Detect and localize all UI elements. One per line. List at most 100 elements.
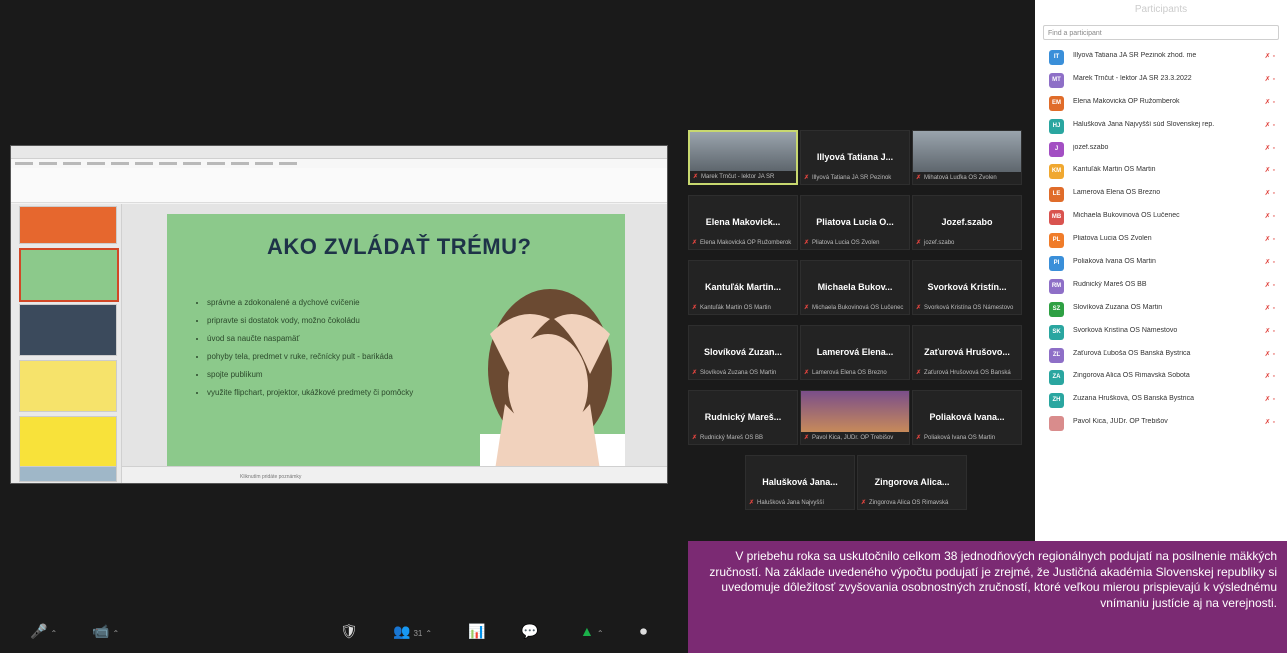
participant-row[interactable]: MT Marek Trnčut - lektor JA SR 23.3.2022 ✗… [1035,69,1287,92]
video-tile[interactable]: Zingorova Alica... ✗ Zingorova Alica OS Ri… [857,455,967,510]
video-tile[interactable]: Halušková Jana... ✗ Halušková Jana Najvyšš… [745,455,855,510]
video-tile[interactable]: Michaela Bukov... ✗ Michaela Bukovinová OS… [800,260,910,315]
video-tile[interactable]: Svorková Kristín... ✗ Svorková Kristína OS… [912,260,1022,315]
shared-screen-powerpoint[interactable]: AKO ZVLÁDAŤ TRÉMU? správne a zdokonalené… [10,145,668,484]
video-tile[interactable]: ✗ Mihatová Luďka OS Zvolen [912,130,1022,185]
tile-name-label: ✗ Poliaková Ivana OS Martin [916,434,1018,441]
participant-row[interactable]: LE Lamerová Elena OS Brezno ✗▫ [1035,183,1287,206]
notes-placeholder[interactable]: Kliknutím pridáte poznámky [240,474,301,480]
chat-button[interactable]: 💬 [521,623,538,643]
slide-bullet: pohyby tela, predmet v ruke, rečnícky pu… [207,348,477,366]
participant-row[interactable]: MB Michaela Bukovinová OS Lučenec ✗▫ [1035,206,1287,229]
video-tile[interactable]: Kantuľák Martin... ✗ Kantuľák Martin OS Ma… [688,260,798,315]
chevron-up-icon[interactable]: ⌃ [425,629,432,638]
microphone-muted-icon: ✗ [804,435,810,441]
participant-row[interactable]: PL Pliatova Lucia OS Zvolen ✗▫ [1035,229,1287,252]
video-tile[interactable]: Zaťurová Hrušovo... ✗ Zaťurová Hrušovová O… [912,325,1022,380]
participant-row[interactable]: Pavol Kica, JUDr. OP Trebišov ✗▫ [1035,412,1287,435]
participant-name: Svorková Kristína OS Námestovo [1073,326,1178,334]
tile-sub-label: Kantuľák Martin OS Martin [700,305,771,311]
participant-row[interactable]: ZA Zingorova Alica OS Rimavská Sobota ✗▫ [1035,366,1287,389]
participant-row[interactable]: ZH Zuzana Hrušková, OS Banská Bystrica ✗▫ [1035,389,1287,412]
mic-video-muted-icon: ✗▫ [1264,167,1277,175]
tile-participant-name: Slovíková Zuzan... [703,347,783,357]
participants-icon: 👥 [393,623,411,639]
participant-row[interactable]: HJ Halušková Jana Najvyšší súd Slovenskej… [1035,115,1287,138]
tile-participant-name: Illyová Tatiana J... [816,152,894,162]
video-tile[interactable]: Jozef.szabo ✗ jozef.szabo [912,195,1022,250]
mic-video-muted-icon: ✗▫ [1264,259,1277,267]
mic-video-muted-icon: ✗▫ [1264,419,1277,427]
polls-icon: 📊 [468,623,486,639]
tile-name-label: ✗ Michaela Bukovinová OS Lučenec [804,304,906,311]
microphone-muted-icon: ✗ [692,435,698,441]
participant-name: Lamerová Elena OS Brezno [1073,189,1161,197]
video-tile[interactable]: Poliaková Ivana... ✗ Poliaková Ivana OS Ma… [912,390,1022,445]
polls-button[interactable]: 📊 [468,623,485,643]
video-tile[interactable]: Illyová Tatiana J... ✗ Illyová Tatiana JA … [800,130,910,185]
video-tile[interactable]: Elena Makovick... ✗ Elena Makovická OP Ruž… [688,195,798,250]
tile-participant-name: Lamerová Elena... [816,347,894,357]
participant-row[interactable]: RM Rudnický Mareš OS BB ✗▫ [1035,275,1287,298]
slide-bullet: správne a zdokonalené a dychové cvičenie [207,294,477,312]
tile-name-label: ✗ Svorková Kristína OS Námestovo [916,304,1018,311]
video-tile[interactable]: Slovíková Zuzan... ✗ Slovíková Zuzana OS M… [688,325,798,380]
video-tile[interactable]: Rudnický Mareš... ✗ Rudnický Mareš OS BB [688,390,798,445]
mute-button[interactable]: 🎤 ⌃ [30,623,57,643]
avatar: SK [1049,324,1064,340]
record-button[interactable]: ⏺ [640,623,647,643]
avatar: LE [1049,187,1064,203]
participant-row[interactable]: KM Kantuľák Martin OS Martin ✗▫ [1035,160,1287,183]
mic-video-muted-icon: ✗▫ [1264,190,1277,198]
participant-video [801,391,909,432]
tile-sub-label: Poliaková Ivana OS Martin [924,435,996,441]
participant-row[interactable]: IT Illyová Tatiana JA SR Pezinok zhod. me… [1035,46,1287,69]
ppt-title-bar [11,146,667,159]
avatar [1049,416,1064,432]
tile-name-label: ✗ jozef.szabo [916,239,1018,246]
participant-name: Slovíková Zuzana OS Martin [1073,303,1163,311]
slide-thumbnail-selected [19,248,119,302]
participant-search-input[interactable]: Find a participant [1043,25,1279,40]
avatar: J [1049,141,1064,157]
tile-participant-name: Jozef.szabo [941,217,993,227]
participant-name: Zuzana Hrušková, OS Banská Bystrica [1073,395,1194,403]
tile-name-label: ✗ Marek Trnčut - lektor JA SR [693,173,793,180]
participant-row[interactable]: Jjozef.szabo ✗▫ [1035,138,1287,161]
tile-participant-name: Poliaková Ivana... [929,412,1005,422]
participant-video [690,132,796,171]
microphone-muted-icon: ✗ [916,370,922,376]
avatar: KM [1049,164,1064,180]
participant-name: Poliaková Ivana OS Martin [1073,258,1156,266]
security-button[interactable]: 🛡 [340,623,358,643]
participant-name: Zingorova Alica OS Rimavská Sobota [1073,372,1190,380]
slide-bullet: úvod sa naučte naspamäť [207,330,477,348]
avatar: HJ [1049,118,1064,134]
tile-participant-name: Michaela Bukov... [817,282,893,292]
microphone-muted-icon: ✗ [692,305,698,311]
participant-row[interactable]: SK Svorková Kristína OS Námestovo ✗▫ [1035,321,1287,344]
video-tile[interactable]: ✗ Marek Trnčut - lektor JA SR [688,130,798,185]
video-tile[interactable]: ✗ Pavol Kica, JUDr. OP Trebišov [800,390,910,445]
stop-video-button[interactable]: 📹 ⌃ [92,623,119,643]
video-off-icon: 📹 [92,623,110,639]
participant-row[interactable]: SZ Slovíková Zuzana OS Martin ✗▫ [1035,298,1287,321]
slide-thumbnail [19,416,117,468]
slide-thumbnail [19,304,117,356]
chevron-up-icon[interactable]: ⌃ [112,629,119,638]
tile-name-label: ✗ Pliatova Lucia OS Zvolen [804,239,906,246]
participant-row[interactable]: PI Poliaková Ivana OS Martin ✗▫ [1035,252,1287,275]
participant-row[interactable]: ZĽ Zaťurová Ľuboša OS Banská Bystrica ✗▫ [1035,344,1287,367]
stressed-woman-image [480,289,625,470]
participant-row[interactable]: EM Elena Makovická OP Ružomberok ✗▫ [1035,92,1287,115]
tile-sub-label: Marek Trnčut - lektor JA SR [701,174,775,180]
participants-button[interactable]: 👥 31 ⌃ [393,623,432,643]
chevron-up-icon[interactable]: ⌃ [597,629,604,638]
share-screen-button[interactable]: ▲ ⌃ [580,623,604,643]
mic-video-muted-icon: ✗▫ [1264,98,1277,106]
chevron-up-icon[interactable]: ⌃ [50,629,57,638]
video-tile[interactable]: Lamerová Elena... ✗ Lamerová Elena OS Brez… [800,325,910,380]
current-slide: AKO ZVLÁDAŤ TRÉMU? správne a zdokonalené… [167,214,625,470]
mic-video-muted-icon: ✗▫ [1264,144,1277,152]
video-tile[interactable]: Pliatova Lucia O... ✗ Pliatova Lucia OS Zv… [800,195,910,250]
